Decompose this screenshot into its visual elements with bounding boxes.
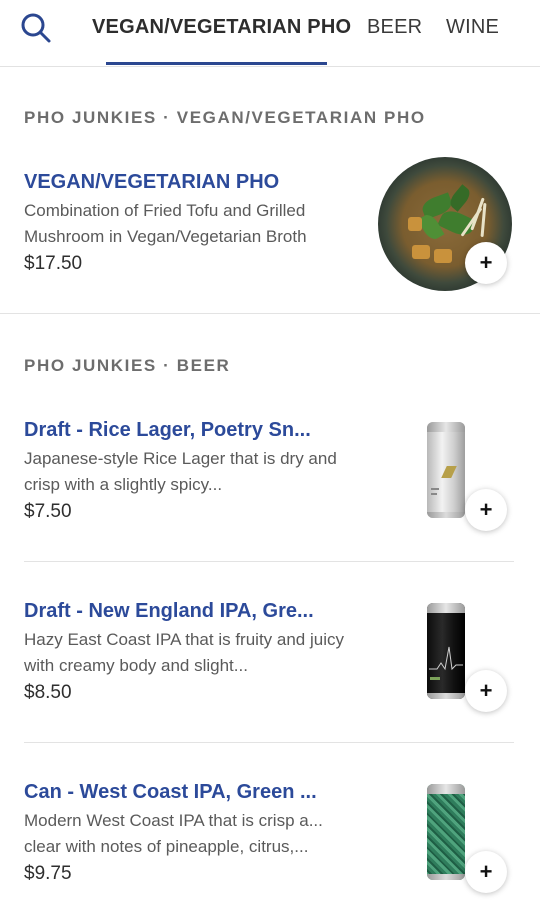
item-price: $8.50 (24, 682, 72, 703)
item-price: $17.50 (24, 253, 83, 274)
search-icon[interactable] (20, 12, 52, 44)
item-price: $9.75 (24, 863, 72, 884)
section-divider (0, 313, 540, 314)
item-description: Combination of Fried Tofu and Grilled Mu… (24, 201, 307, 246)
tab-vegan-vegetarian-pho[interactable]: VEGAN/VEGETARIAN PHO (92, 16, 351, 39)
category-tab-bar: VEGAN/VEGETARIAN PHO BEER WINE (0, 0, 540, 67)
item-divider (24, 561, 514, 562)
item-description: Hazy East Coast IPA that is fruity and j… (24, 630, 344, 675)
green-can-image (427, 784, 465, 880)
add-to-cart-button[interactable]: + (465, 670, 507, 712)
black-can-image (427, 603, 465, 699)
item-price: $7.50 (24, 501, 72, 522)
silver-can-image (427, 422, 465, 518)
active-tab-indicator (106, 62, 327, 65)
add-to-cart-button[interactable]: + (465, 851, 507, 893)
item-description: Japanese-style Rice Lager that is dry an… (24, 449, 337, 494)
add-to-cart-button[interactable]: + (465, 242, 507, 284)
tab-wine[interactable]: WINE (446, 16, 499, 39)
item-divider (24, 742, 514, 743)
section-title-beer: PHO JUNKIES · BEER (24, 356, 231, 375)
add-to-cart-button[interactable]: + (465, 489, 507, 531)
item-description: Modern West Coast IPA that is crisp a...… (24, 811, 323, 856)
item-title: Draft - New England IPA, Gre... (24, 600, 314, 622)
tab-beer[interactable]: BEER (367, 16, 422, 39)
item-title: Draft - Rice Lager, Poetry Sn... (24, 419, 311, 441)
item-title: VEGAN/VEGETARIAN PHO (24, 171, 280, 193)
section-title-vegan-pho: PHO JUNKIES · VEGAN/VEGETARIAN PHO (24, 108, 426, 127)
item-title: Can - West Coast IPA, Green ... (24, 781, 317, 803)
